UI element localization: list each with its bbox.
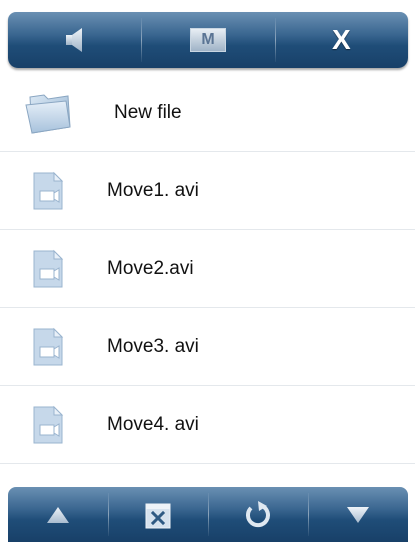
list-item-file[interactable]: Move3. avi: [0, 308, 415, 386]
close-x-icon: X: [331, 24, 351, 55]
video-file-icon: [22, 327, 74, 367]
file-name: Move1. avi: [107, 179, 199, 201]
speaker-icon: [65, 28, 82, 52]
video-file-icon: [22, 405, 74, 445]
top-toolbar: M X: [8, 12, 408, 68]
mode-button[interactable]: M: [141, 12, 274, 68]
file-name: New file: [114, 101, 182, 123]
list-item-file[interactable]: Move4. avi: [0, 386, 415, 464]
file-name: Move3. avi: [107, 335, 199, 357]
list-item-folder[interactable]: New file: [0, 74, 415, 152]
bottom-toolbar: [8, 487, 408, 542]
refresh-icon: [245, 500, 270, 527]
file-browser-screen: M X New file Move1. avi Move2.avi Move3.…: [0, 0, 415, 542]
list-item-file[interactable]: Move1. avi: [0, 152, 415, 230]
scroll-down-button[interactable]: [308, 487, 408, 542]
refresh-button[interactable]: [208, 487, 308, 542]
delete-button[interactable]: [108, 487, 208, 542]
file-list: New file Move1. avi Move2.avi Move3. avi…: [0, 74, 415, 464]
scroll-up-button[interactable]: [8, 487, 108, 542]
file-name: Move4. avi: [107, 413, 199, 435]
file-name: Move2.avi: [107, 257, 194, 279]
close-button[interactable]: X: [274, 12, 408, 68]
folder-icon: [22, 91, 74, 135]
delete-file-icon: [145, 503, 171, 528]
arrow-down-icon: [347, 506, 369, 523]
list-item-file[interactable]: Move2.avi: [0, 230, 415, 308]
video-file-icon: [22, 171, 74, 211]
video-file-icon: [22, 249, 74, 289]
mode-m-icon: M: [189, 28, 226, 52]
speaker-button[interactable]: [8, 12, 141, 68]
arrow-up-icon: [47, 506, 69, 523]
